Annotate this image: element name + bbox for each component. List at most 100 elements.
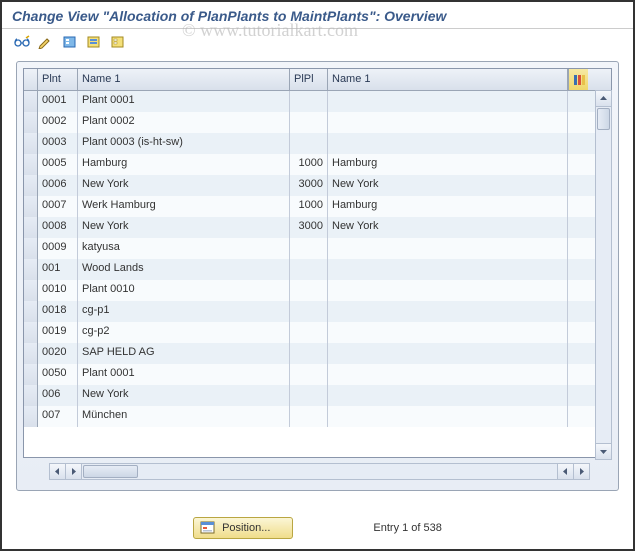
row-selector[interactable] [24,196,38,217]
cell-plpl[interactable] [290,406,328,427]
cell-plpl[interactable] [290,385,328,406]
cell-name1b[interactable] [328,112,568,133]
row-selector[interactable] [24,364,38,385]
row-selector[interactable] [24,217,38,238]
cell-name1[interactable]: Plant 0001 [78,364,290,385]
cell-name1[interactable]: katyusa [78,238,290,259]
cell-name1[interactable]: New York [78,175,290,196]
col-plnt[interactable]: Plnt [38,69,78,90]
col-name1b[interactable]: Name 1 [328,69,568,90]
glasses-icon[interactable] [12,33,32,51]
table-row[interactable]: 0010Plant 0010 [24,280,611,301]
row-selector[interactable] [24,238,38,259]
cell-plpl[interactable] [290,280,328,301]
cell-name1b[interactable] [328,280,568,301]
table-row[interactable]: 0001Plant 0001 [24,91,611,112]
cell-name1[interactable]: Hamburg [78,154,290,175]
cell-name1b[interactable] [328,406,568,427]
table-row[interactable]: 0008New York3000New York [24,217,611,238]
cell-plnt[interactable]: 0050 [38,364,78,385]
cell-name1b[interactable] [328,343,568,364]
cell-plpl[interactable] [290,91,328,112]
table-row[interactable]: 0002Plant 0002 [24,112,611,133]
cell-plpl[interactable] [290,259,328,280]
cell-plnt[interactable]: 0010 [38,280,78,301]
cell-name1[interactable]: New York [78,217,290,238]
table-row[interactable]: 0003Plant 0003 (is-ht-sw) [24,133,611,154]
col-plpl[interactable]: PlPl [290,69,328,90]
cell-plpl[interactable] [290,343,328,364]
cell-name1[interactable]: New York [78,385,290,406]
row-selector[interactable] [24,112,38,133]
configure-columns-icon[interactable] [568,69,588,90]
cell-plnt[interactable]: 007 [38,406,78,427]
cell-name1[interactable]: Wood Lands [78,259,290,280]
cell-plnt[interactable]: 0003 [38,133,78,154]
table-row[interactable]: 0005Hamburg1000Hamburg [24,154,611,175]
hscroll-thumb[interactable] [83,465,138,478]
cell-plnt[interactable]: 006 [38,385,78,406]
cell-name1b[interactable] [328,238,568,259]
row-selector[interactable] [24,259,38,280]
table-row[interactable]: 0018cg-p1 [24,301,611,322]
cell-name1[interactable]: Plant 0002 [78,112,290,133]
vertical-scrollbar[interactable] [595,90,612,460]
cell-plnt[interactable]: 0020 [38,343,78,364]
cell-name1[interactable]: München [78,406,290,427]
scroll-left-icon[interactable] [50,464,66,479]
row-selector-header[interactable] [24,69,38,90]
cell-name1b[interactable] [328,259,568,280]
cell-plnt[interactable]: 0006 [38,175,78,196]
cell-plpl[interactable]: 3000 [290,217,328,238]
row-selector[interactable] [24,322,38,343]
cell-plnt[interactable]: 0009 [38,238,78,259]
cell-name1b[interactable]: New York [328,175,568,196]
cell-name1[interactable]: Plant 0003 (is-ht-sw) [78,133,290,154]
scroll-left-inner-icon[interactable] [557,464,573,479]
table-row[interactable]: 001Wood Lands [24,259,611,280]
cell-plpl[interactable] [290,112,328,133]
deselect-all-icon[interactable] [108,33,128,51]
cell-plpl[interactable]: 1000 [290,154,328,175]
cell-plpl[interactable] [290,322,328,343]
table-row[interactable]: 0009katyusa [24,238,611,259]
cell-name1b[interactable] [328,133,568,154]
vscroll-thumb[interactable] [597,108,610,130]
row-selector[interactable] [24,385,38,406]
cell-name1[interactable]: cg-p2 [78,322,290,343]
cell-name1b[interactable]: New York [328,217,568,238]
cell-name1b[interactable] [328,301,568,322]
cell-plnt[interactable]: 0001 [38,91,78,112]
row-selector[interactable] [24,154,38,175]
scroll-down-icon[interactable] [596,443,611,459]
cell-plpl[interactable]: 1000 [290,196,328,217]
cell-plnt[interactable]: 0018 [38,301,78,322]
scroll-up-icon[interactable] [596,91,611,107]
cell-name1b[interactable]: Hamburg [328,154,568,175]
row-selector[interactable] [24,406,38,427]
table-row[interactable]: 0007Werk Hamburg1000Hamburg [24,196,611,217]
cell-name1b[interactable] [328,322,568,343]
table-row[interactable]: 0019cg-p2 [24,322,611,343]
cell-plpl[interactable] [290,238,328,259]
cell-name1b[interactable] [328,91,568,112]
horizontal-scrollbar[interactable] [49,463,590,480]
cell-plpl[interactable] [290,364,328,385]
cell-plnt[interactable]: 001 [38,259,78,280]
row-selector[interactable] [24,133,38,154]
cell-name1[interactable]: Plant 0010 [78,280,290,301]
cell-name1b[interactable]: Hamburg [328,196,568,217]
hscroll-track[interactable] [82,464,557,479]
cell-name1[interactable]: cg-p1 [78,301,290,322]
table-row[interactable]: 006New York [24,385,611,406]
col-name1[interactable]: Name 1 [78,69,290,90]
cell-plnt[interactable]: 0008 [38,217,78,238]
select-block-icon[interactable] [84,33,104,51]
row-selector[interactable] [24,91,38,112]
cell-plnt[interactable]: 0019 [38,322,78,343]
row-selector[interactable] [24,343,38,364]
cell-plnt[interactable]: 0002 [38,112,78,133]
select-all-icon[interactable] [60,33,80,51]
table-row[interactable]: 007München [24,406,611,427]
scroll-right-inner-icon[interactable] [66,464,82,479]
